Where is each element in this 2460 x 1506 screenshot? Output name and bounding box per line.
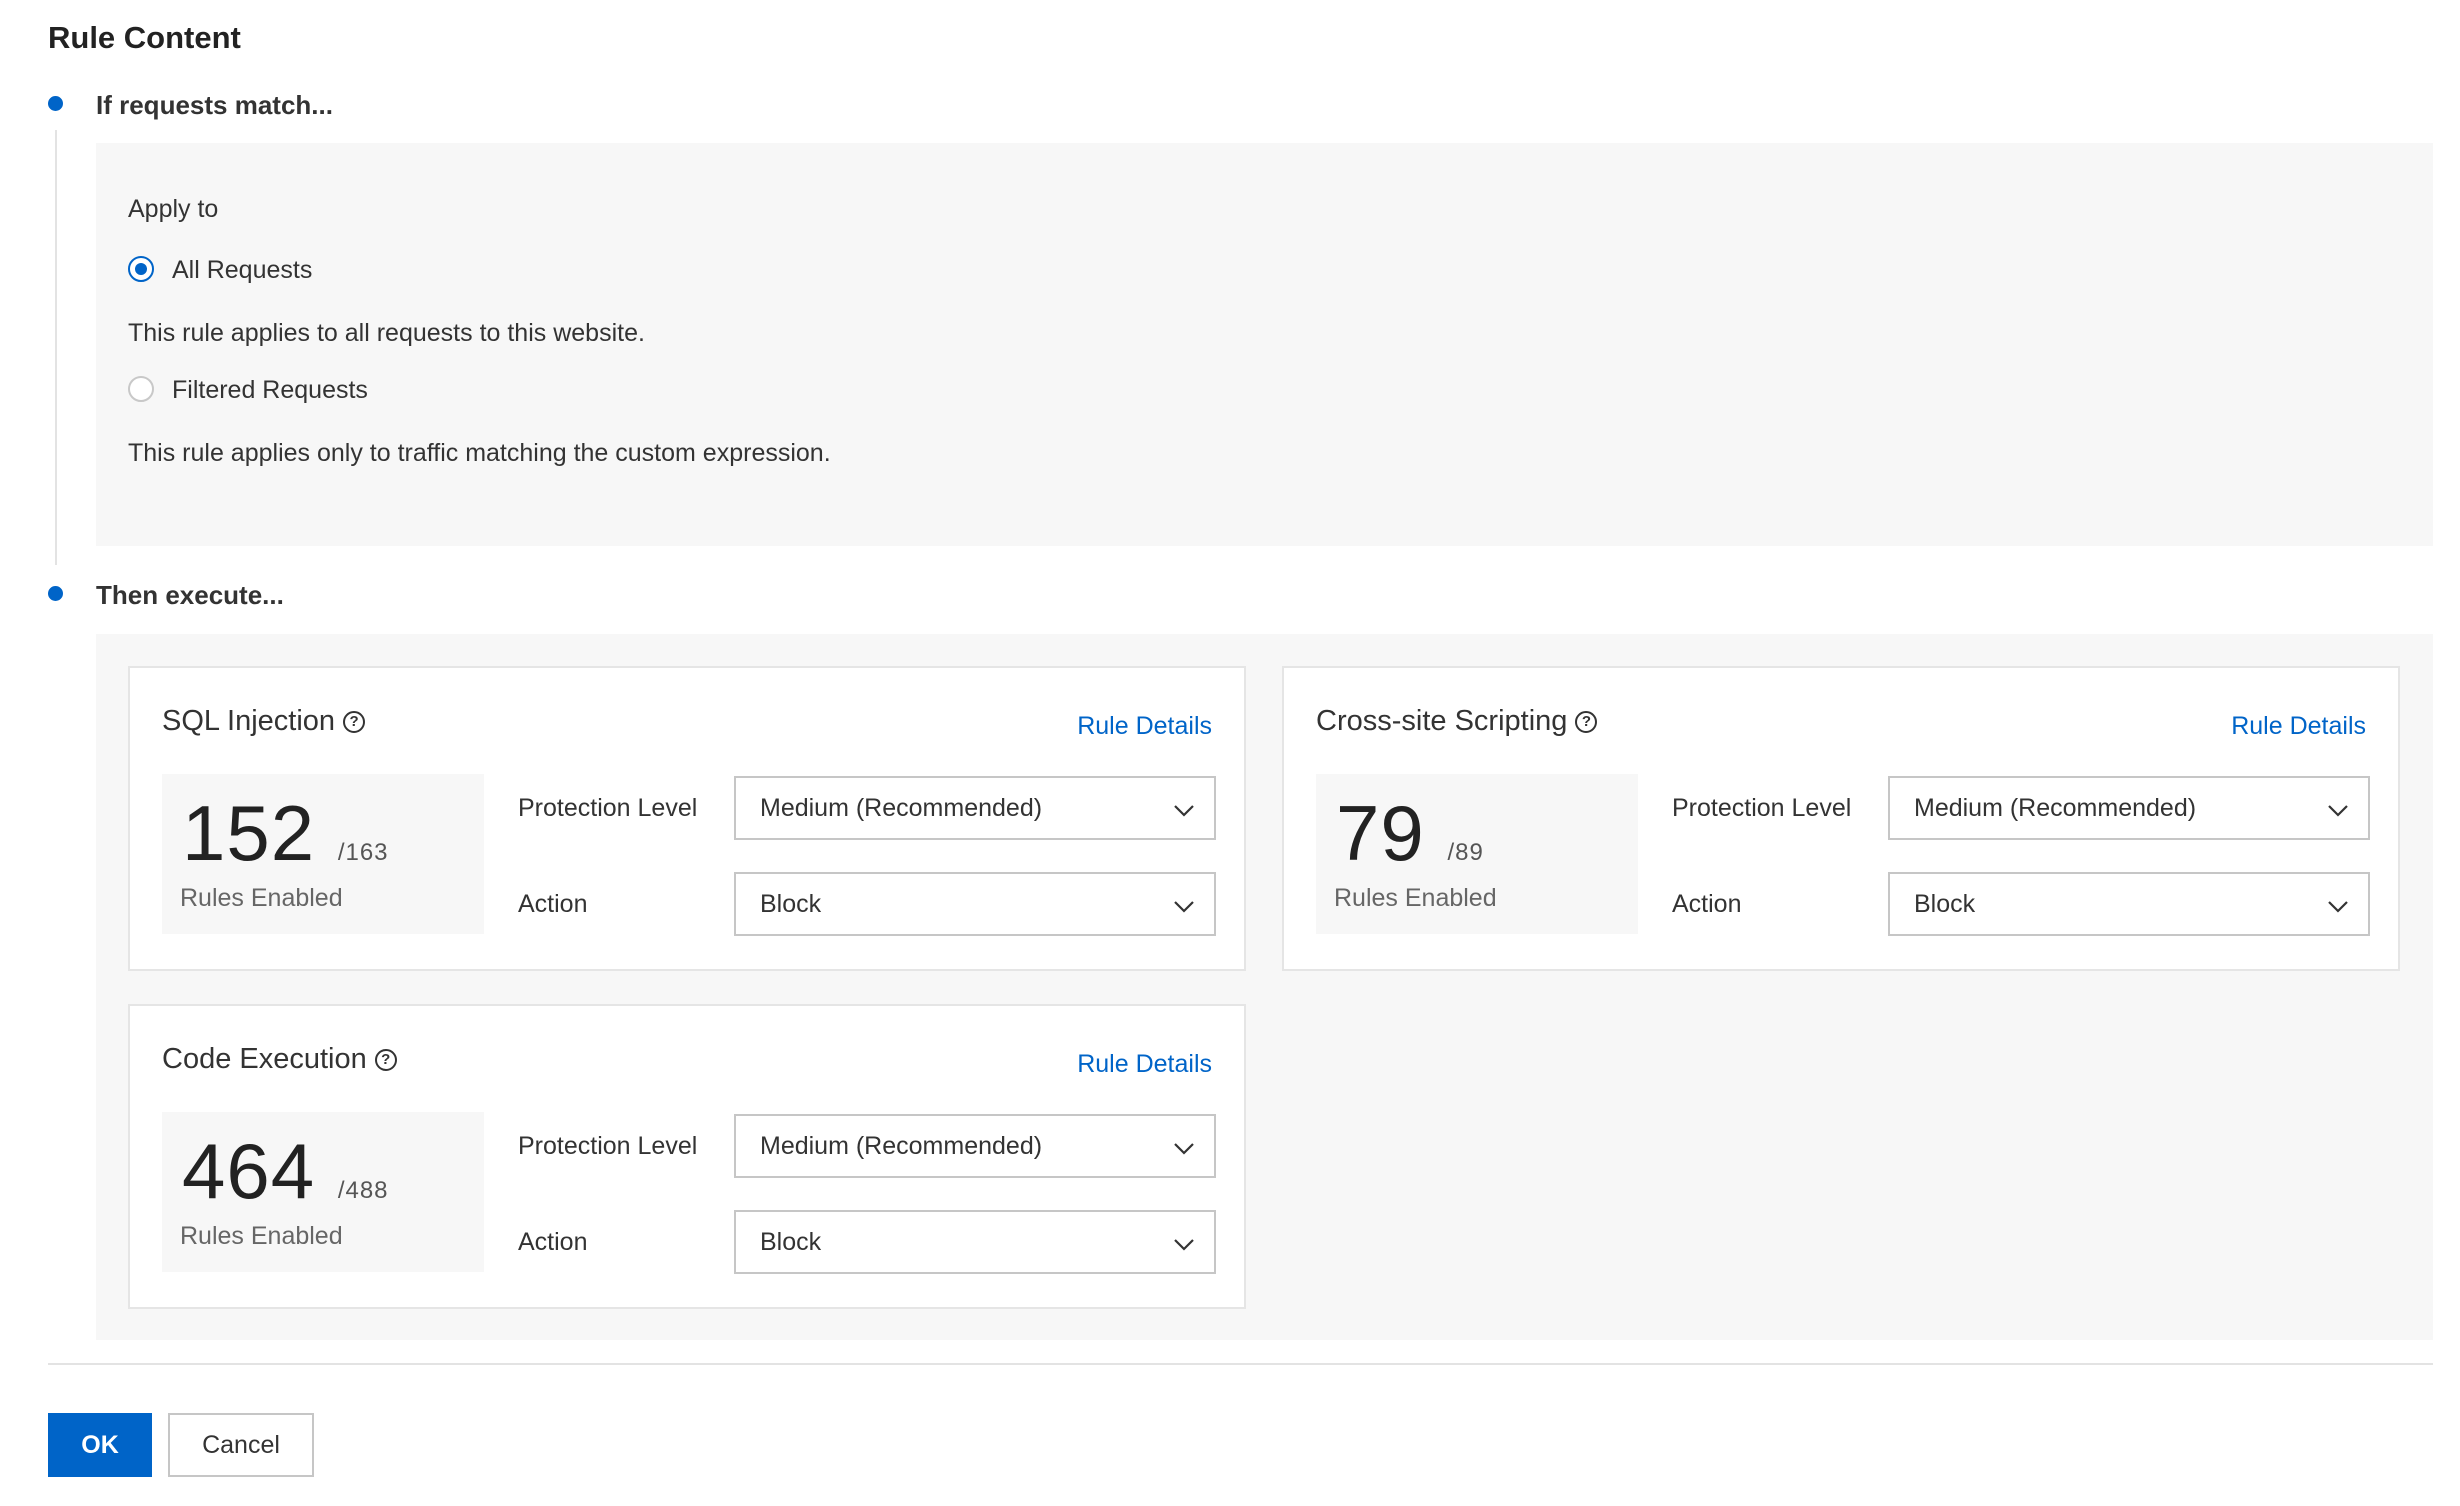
card-title-text: Code Execution bbox=[162, 1043, 367, 1075]
question-circle-icon[interactable]: ? bbox=[1575, 710, 1598, 733]
total-number: /488 bbox=[337, 1177, 389, 1204]
rule-details-link[interactable]: Rule Details bbox=[1077, 712, 1212, 741]
rules-enabled-label: Rules Enabled bbox=[180, 884, 343, 912]
total-number: /89 bbox=[1447, 839, 1484, 866]
chevron-down-icon bbox=[1174, 1143, 1194, 1155]
question-circle-icon[interactable]: ? bbox=[343, 710, 366, 733]
radio-label-all-requests: All Requests bbox=[172, 256, 313, 284]
question-circle-icon[interactable]: ? bbox=[374, 1048, 397, 1071]
page-title: Rule Content bbox=[48, 20, 241, 55]
protection-level-select[interactable]: Medium (Recommended) bbox=[734, 1114, 1216, 1178]
enabled-number: 79 bbox=[1336, 789, 1425, 877]
chevron-down-icon bbox=[1174, 805, 1194, 817]
rule-card-sql-injection: SQL Injection ? Rule Details 152 /163 Ru… bbox=[128, 666, 1246, 971]
rule-card-cross-site-scripting: Cross-site Scripting ? Rule Details 79 /… bbox=[1282, 666, 2400, 971]
chevron-down-icon bbox=[1174, 1239, 1194, 1251]
radio-label-filtered-requests: Filtered Requests bbox=[172, 376, 368, 404]
step-connector bbox=[55, 130, 57, 565]
protection-level-value: Medium (Recommended) bbox=[760, 1132, 1043, 1160]
enabled-number: 152 bbox=[182, 789, 316, 877]
match-panel: Apply to All Requests This rule applies … bbox=[96, 143, 2433, 546]
radio-button-unchecked[interactable] bbox=[128, 376, 154, 402]
action-label: Action bbox=[518, 890, 588, 918]
footer-divider bbox=[48, 1363, 2433, 1365]
execute-panel: SQL Injection ? Rule Details 152 /163 Ru… bbox=[96, 634, 2433, 1340]
radio-all-requests[interactable]: All Requests bbox=[128, 253, 388, 287]
protection-level-label: Protection Level bbox=[1672, 794, 1852, 822]
rules-enabled-count: 79 /89 bbox=[1336, 788, 1484, 879]
action-value: Block bbox=[760, 890, 822, 918]
step-dot-match bbox=[48, 96, 63, 111]
total-number: /163 bbox=[337, 839, 389, 866]
card-title-text: SQL Injection bbox=[162, 705, 336, 737]
step-label-execute: Then execute... bbox=[96, 580, 284, 610]
chevron-down-icon bbox=[2328, 805, 2348, 817]
ok-button[interactable]: OK bbox=[48, 1413, 152, 1477]
action-label: Action bbox=[518, 1228, 588, 1256]
radio-button-checked[interactable] bbox=[128, 256, 154, 282]
rules-enabled-label: Rules Enabled bbox=[1334, 884, 1497, 912]
chevron-down-icon bbox=[1174, 901, 1194, 913]
chevron-down-icon bbox=[2328, 901, 2348, 913]
rule-details-link[interactable]: Rule Details bbox=[2231, 712, 2366, 741]
rules-enabled-label: Rules Enabled bbox=[180, 1222, 343, 1250]
rule-details-link[interactable]: Rule Details bbox=[1077, 1050, 1212, 1079]
cancel-button[interactable]: Cancel bbox=[168, 1413, 314, 1477]
action-value: Block bbox=[760, 1228, 822, 1256]
filtered-requests-description: This rule applies only to traffic matchi… bbox=[128, 439, 831, 467]
card-title: Code Execution ? bbox=[162, 1043, 397, 1076]
rules-enabled-count: 152 /163 bbox=[182, 788, 389, 879]
action-select[interactable]: Block bbox=[734, 1210, 1216, 1274]
step-label-match: If requests match... bbox=[96, 90, 333, 120]
enabled-number: 464 bbox=[182, 1127, 316, 1215]
rules-enabled-stat: 152 /163 Rules Enabled bbox=[162, 774, 484, 934]
card-title: SQL Injection ? bbox=[162, 705, 366, 738]
protection-level-select[interactable]: Medium (Recommended) bbox=[734, 776, 1216, 840]
step-dot-execute bbox=[48, 586, 63, 601]
card-title: Cross-site Scripting ? bbox=[1316, 705, 1598, 738]
protection-level-label: Protection Level bbox=[518, 794, 698, 822]
protection-level-value: Medium (Recommended) bbox=[1914, 794, 2197, 822]
rule-card-code-execution: Code Execution ? Rule Details 464 /488 R… bbox=[128, 1004, 1246, 1309]
protection-level-value: Medium (Recommended) bbox=[760, 794, 1043, 822]
card-title-text: Cross-site Scripting bbox=[1316, 705, 1568, 737]
rules-enabled-stat: 464 /488 Rules Enabled bbox=[162, 1112, 484, 1272]
action-select[interactable]: Block bbox=[734, 872, 1216, 936]
rules-enabled-stat: 79 /89 Rules Enabled bbox=[1316, 774, 1638, 934]
all-requests-description: This rule applies to all requests to thi… bbox=[128, 319, 645, 347]
action-value: Block bbox=[1914, 890, 1976, 918]
protection-level-label: Protection Level bbox=[518, 1132, 698, 1160]
apply-to-label: Apply to bbox=[128, 195, 219, 223]
action-label: Action bbox=[1672, 890, 1742, 918]
action-select[interactable]: Block bbox=[1888, 872, 2370, 936]
rules-enabled-count: 464 /488 bbox=[182, 1126, 389, 1217]
protection-level-select[interactable]: Medium (Recommended) bbox=[1888, 776, 2370, 840]
radio-filtered-requests[interactable]: Filtered Requests bbox=[128, 373, 408, 407]
